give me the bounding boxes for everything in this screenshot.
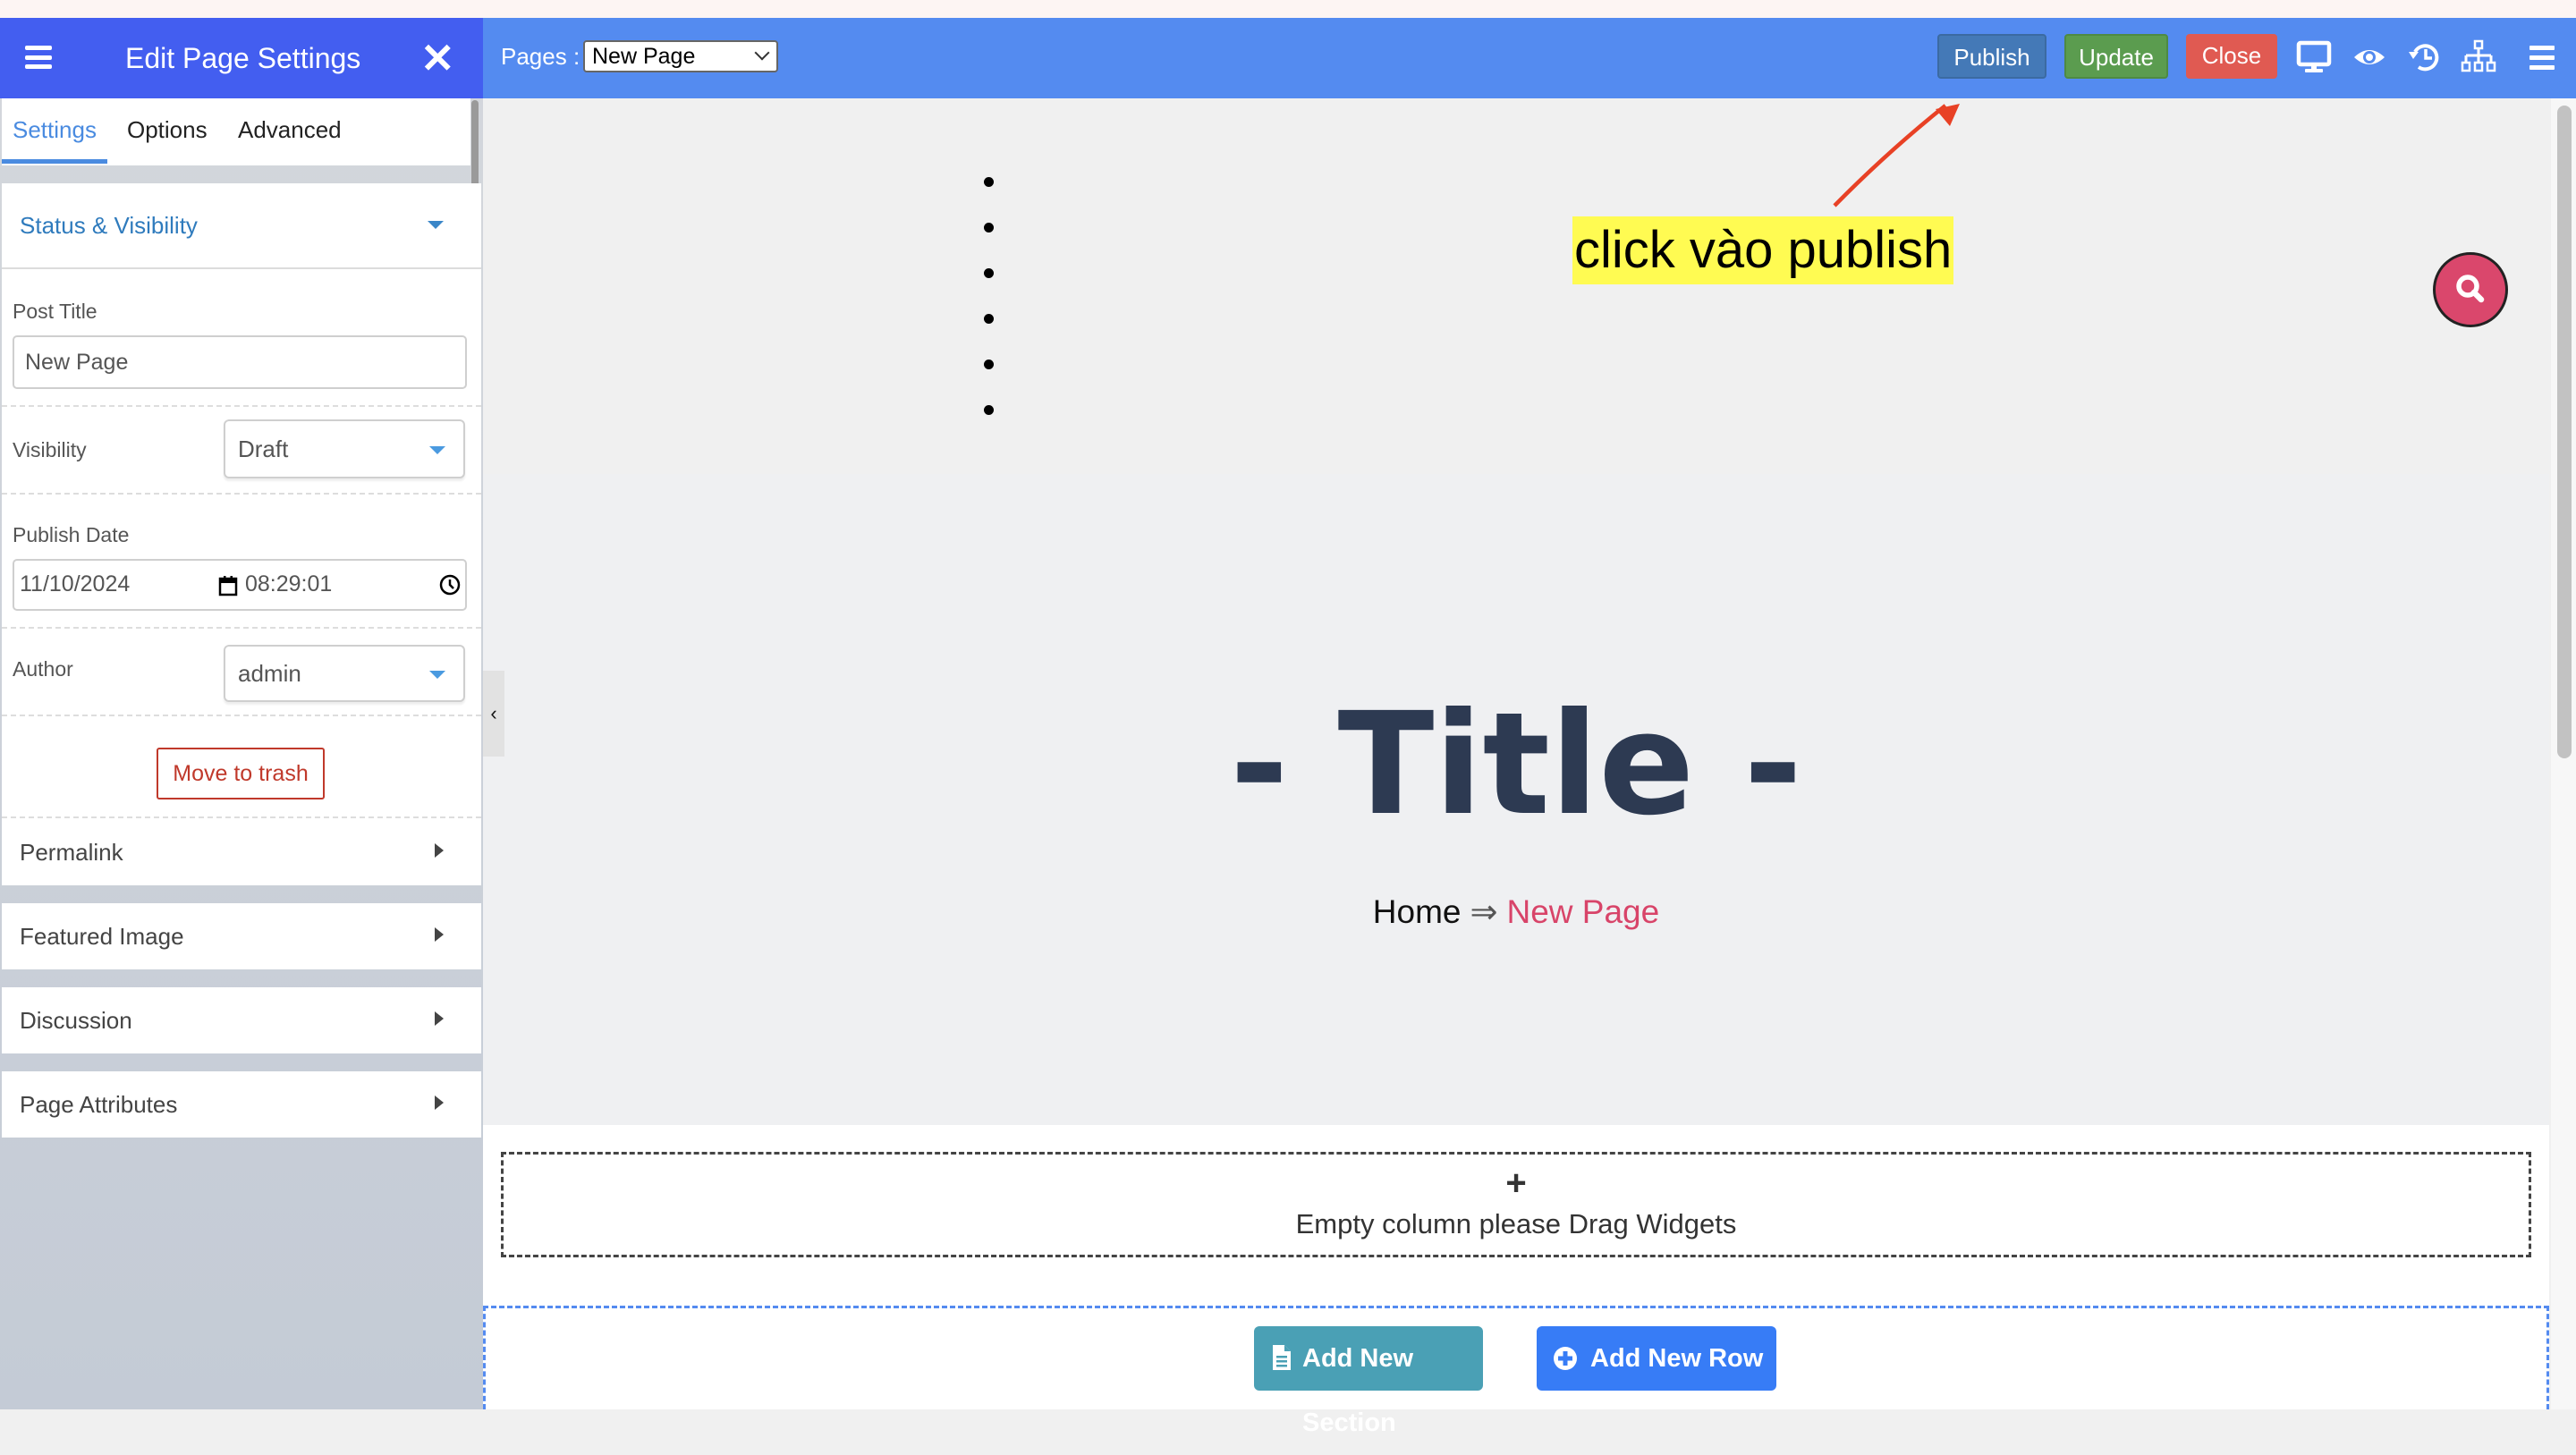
status-visibility-header[interactable]: Status & Visibility <box>2 183 481 269</box>
caret-right-icon <box>435 1095 444 1110</box>
section-label: Page Attributes <box>20 1091 178 1118</box>
search-button[interactable] <box>2433 252 2508 327</box>
caret-down-icon <box>429 446 445 454</box>
scrollbar-thumb[interactable] <box>2557 106 2572 758</box>
caret-down-icon <box>429 671 445 679</box>
close-button[interactable]: Close <box>2186 34 2277 79</box>
chevron-down-icon <box>754 45 770 61</box>
active-tab-indicator <box>2 159 107 164</box>
caret-right-icon <box>435 1011 444 1026</box>
pages-select[interactable]: New Page <box>583 40 778 72</box>
page-canvas: click vào publish - Title - Home ⇒ New Pag… <box>483 98 2549 1437</box>
nav-bullet <box>984 405 994 415</box>
nav-bullet <box>984 360 994 369</box>
publish-datetime-input[interactable]: 11/10/2024 08:29:01 <box>13 559 467 611</box>
pages-label: Pages : <box>501 43 580 70</box>
annotation-label: click vào publish <box>1572 216 1954 284</box>
breadcrumb: Home ⇒ New Page <box>483 890 2549 935</box>
publish-button[interactable]: Publish <box>1937 34 2046 79</box>
window-top-strip <box>0 0 2576 18</box>
section-label: Permalink <box>20 839 123 866</box>
add-content-zone: Add New Section Add New Row <box>483 1306 2549 1437</box>
visibility-select[interactable]: Draft <box>224 419 465 478</box>
section-label: Discussion <box>20 1007 132 1034</box>
section-discussion[interactable]: Discussion <box>2 987 481 1053</box>
breadcrumb-current: New Page <box>1506 893 1660 930</box>
nav-bullet <box>984 268 994 278</box>
add-new-row-button[interactable]: Add New Row <box>1537 1326 1776 1391</box>
nav-bullet <box>984 223 994 233</box>
sitemap-icon[interactable] <box>2460 39 2497 75</box>
close-icon[interactable]: ✕ <box>420 36 455 80</box>
desktop-icon[interactable] <box>2295 39 2333 75</box>
visibility-value: Draft <box>238 436 289 462</box>
panel-collapse-handle[interactable]: ‹ <box>483 671 504 757</box>
section-permalink[interactable]: Permalink <box>2 819 481 885</box>
clock-icon[interactable] <box>438 573 462 596</box>
add-new-row-label: Add New Row <box>1590 1344 1764 1373</box>
divider <box>2 405 481 407</box>
top-toolbar: Pages : New Page Publish Update Close <box>483 18 2576 98</box>
hamburger-icon[interactable] <box>25 46 52 69</box>
divider <box>2 493 481 495</box>
caret-right-icon <box>435 843 444 858</box>
post-title-label: Post Title <box>13 300 97 323</box>
visibility-label: Visibility <box>13 438 87 461</box>
plus-icon: + <box>1505 1163 1527 1203</box>
add-new-section-button[interactable]: Add New Section <box>1254 1326 1483 1437</box>
history-icon[interactable] <box>2406 39 2444 75</box>
section-page-attributes[interactable]: Page Attributes <box>2 1071 481 1138</box>
page-title: - Title - <box>1230 682 1802 847</box>
status-visibility-body: Post Title New Page Visibility Draft Pub… <box>2 269 481 819</box>
panel-title: Edit Page Settings <box>125 42 361 74</box>
post-title-input[interactable]: New Page <box>13 335 467 389</box>
empty-column-dropzone[interactable]: + Empty column please Drag Widgets <box>501 1152 2531 1257</box>
plus-circle-icon <box>1554 1347 1577 1370</box>
status-visibility-label: Status & Visibility <box>20 212 198 239</box>
update-button[interactable]: Update <box>2064 34 2168 79</box>
panel-tabs: Settings Options Advanced <box>2 98 470 165</box>
section-label: Featured Image <box>20 923 184 950</box>
page-hero: click vào publish - Title - Home ⇒ New Pag… <box>483 98 2549 1125</box>
search-icon <box>2456 275 2485 303</box>
caret-down-icon <box>428 221 444 229</box>
author-value: admin <box>238 660 301 687</box>
tab-settings[interactable]: Settings <box>13 98 97 165</box>
panel-header: Edit Page Settings ✕ <box>0 18 483 98</box>
publish-time-value: 08:29:01 <box>245 571 333 596</box>
divider <box>2 816 481 818</box>
tab-options[interactable]: Options <box>127 98 208 165</box>
author-label: Author <box>13 657 73 681</box>
canvas-scrollbar[interactable] <box>2551 98 2576 1409</box>
calendar-icon[interactable] <box>218 575 238 596</box>
breadcrumb-separator: ⇒ <box>1470 893 1498 930</box>
divider <box>2 627 481 629</box>
document-icon <box>1273 1345 1291 1370</box>
tab-advanced[interactable]: Advanced <box>238 98 342 165</box>
section-featured-image[interactable]: Featured Image <box>2 903 481 969</box>
move-to-trash-button[interactable]: Move to trash <box>157 748 325 799</box>
author-select[interactable]: admin <box>224 645 465 702</box>
menu-icon[interactable] <box>2522 39 2560 75</box>
empty-column-text: Empty column please Drag Widgets <box>1295 1208 1737 1239</box>
breadcrumb-home[interactable]: Home <box>1373 893 1462 930</box>
nav-bullet <box>984 177 994 187</box>
add-new-section-label: Add New Section <box>1302 1344 1414 1437</box>
publish-date-value: 11/10/2024 <box>20 571 131 596</box>
settings-panel: Edit Page Settings ✕ Settings Options Ad… <box>0 18 483 1409</box>
nav-bullet <box>984 314 994 324</box>
pages-selected-value: New Page <box>592 44 696 69</box>
publish-date-label: Publish Date <box>13 523 130 546</box>
divider <box>2 715 481 716</box>
eye-icon[interactable] <box>2351 39 2388 75</box>
caret-right-icon <box>435 927 444 942</box>
